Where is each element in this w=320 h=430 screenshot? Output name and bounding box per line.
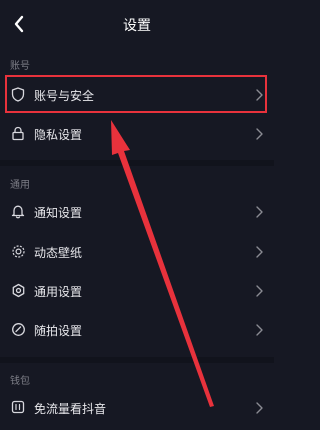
wallpaper-icon <box>10 243 26 259</box>
settings-item-account-security[interactable]: 账号与安全 <box>0 77 274 113</box>
chevron-right-icon <box>256 128 263 140</box>
settings-item-privacy[interactable]: 隐私设置 <box>0 116 274 152</box>
settings-item-label: 免流量看抖音 <box>34 402 107 416</box>
section-divider <box>0 160 274 166</box>
settings-icon <box>10 282 26 298</box>
section-label-general: 通用 <box>10 180 30 191</box>
section-label-account: 账号 <box>10 61 30 72</box>
header: 设置 <box>0 0 274 50</box>
settings-item-label: 通用设置 <box>34 285 83 299</box>
settings-item-label: 动态壁纸 <box>34 246 83 260</box>
chevron-right-icon <box>256 285 263 297</box>
lock-icon <box>10 125 26 141</box>
data-plan-icon <box>10 399 26 415</box>
chevron-right-icon <box>256 89 263 101</box>
settings-item-live-wallpaper[interactable]: 动态壁纸 <box>0 234 274 270</box>
settings-item-general-settings[interactable]: 通用设置 <box>0 273 274 309</box>
settings-item-label: 随拍设置 <box>34 324 83 338</box>
shield-icon <box>10 86 26 102</box>
chevron-right-icon <box>256 402 263 414</box>
chevron-right-icon <box>256 246 263 258</box>
settings-item-label: 账号与安全 <box>34 89 95 103</box>
settings-item-quick-capture[interactable]: 随拍设置 <box>0 312 274 348</box>
camera-check-icon <box>10 321 26 337</box>
settings-item-notifications[interactable]: 通知设置 <box>0 194 274 230</box>
bell-icon <box>10 203 26 219</box>
section-divider <box>0 357 274 363</box>
chevron-right-icon <box>256 206 263 218</box>
settings-item-free-data[interactable]: 免流量看抖音 <box>0 390 274 426</box>
page-title: 设置 <box>123 18 151 34</box>
settings-item-label: 隐私设置 <box>34 128 83 142</box>
section-label-wallet: 钱包 <box>10 376 30 387</box>
chevron-right-icon <box>256 324 263 336</box>
settings-item-label: 通知设置 <box>34 206 83 220</box>
